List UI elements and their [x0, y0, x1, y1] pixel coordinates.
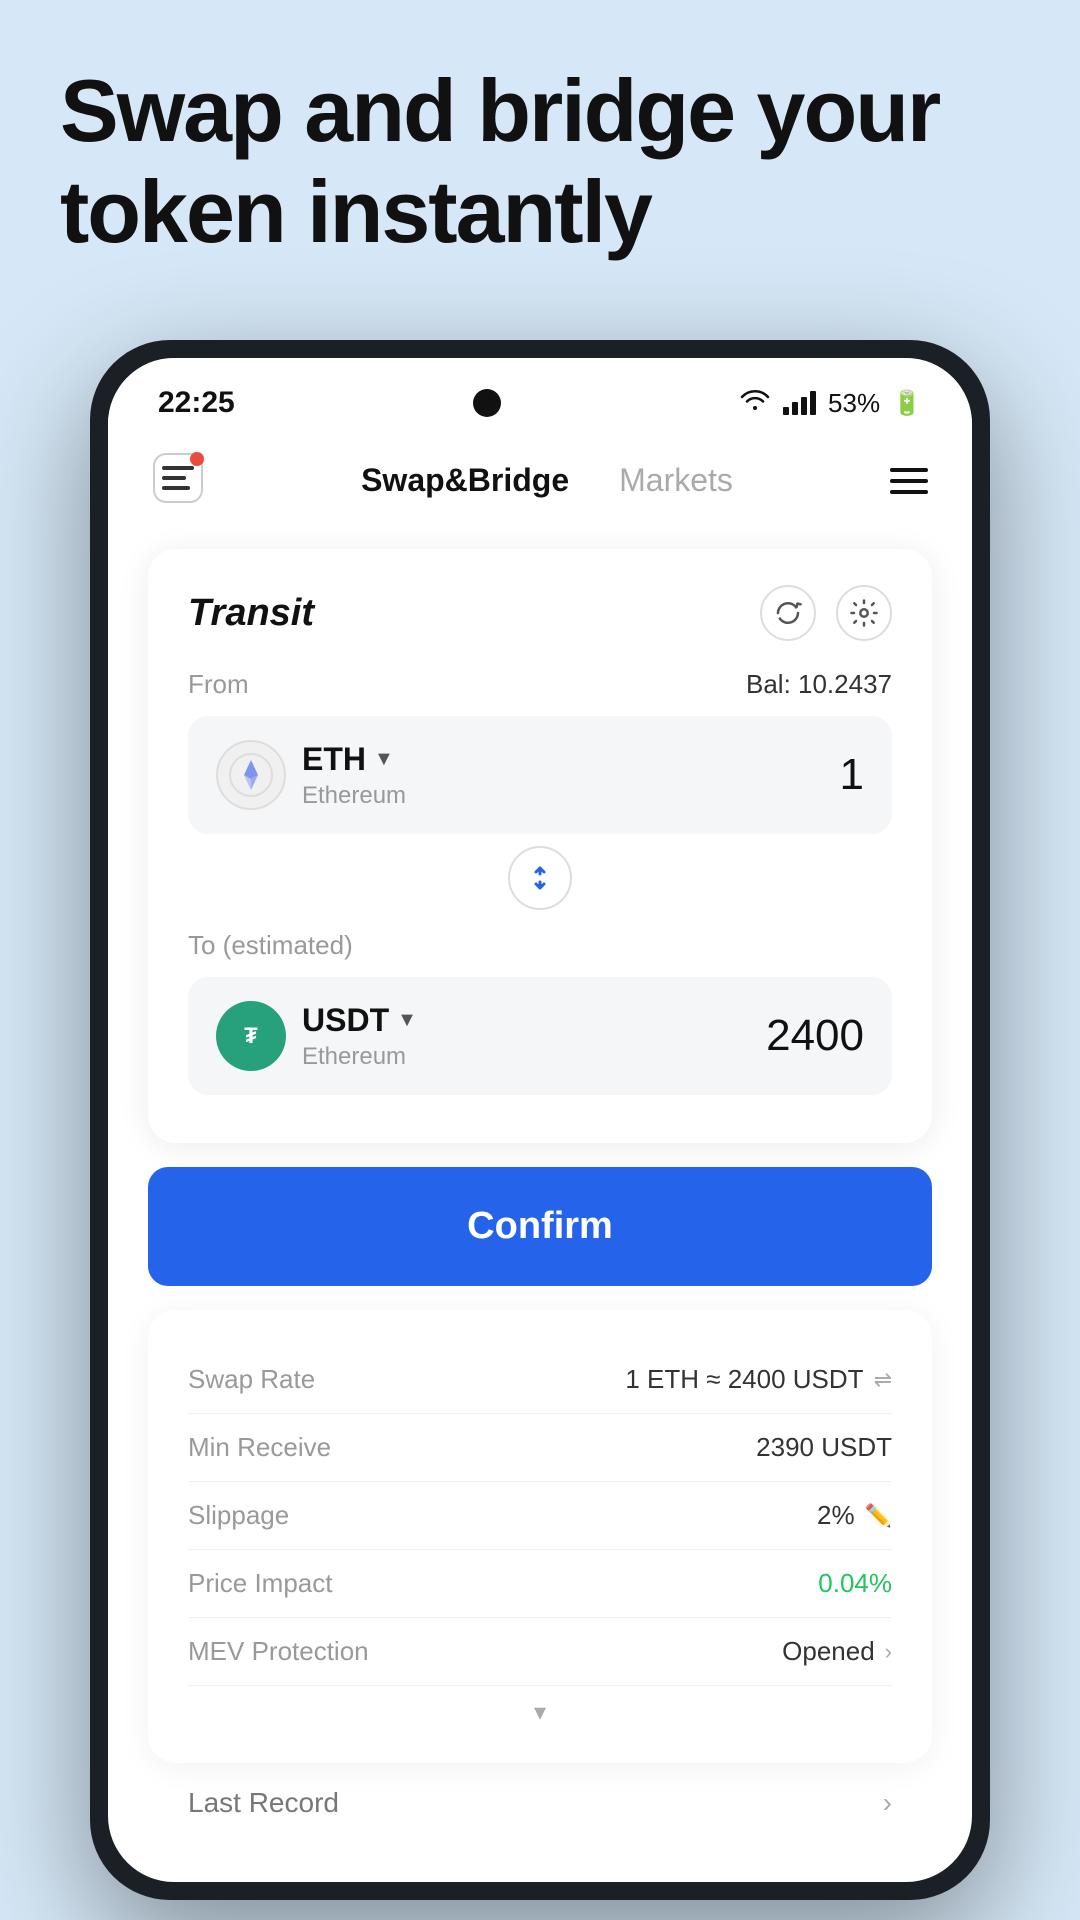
card-header: Transit — [188, 585, 892, 641]
swap-rate-value: 1 ETH ≈ 2400 USDT ⇌ — [625, 1364, 892, 1395]
headline-text: Swap and bridge your token instantly — [60, 60, 1020, 262]
price-impact-row: Price Impact 0.04% — [188, 1550, 892, 1618]
swap-direction-button[interactable] — [508, 846, 572, 910]
eth-token-info: ETH ▼ Ethereum — [302, 741, 406, 810]
battery-icon: 🔋 — [892, 389, 922, 418]
mev-protection-label: MEV Protection — [188, 1636, 369, 1667]
from-token-left: ETH ▼ Ethereum — [216, 740, 406, 810]
min-receive-label: Min Receive — [188, 1432, 331, 1463]
status-icons: 53% 🔋 — [739, 388, 922, 419]
usdt-name: USDT ▼ — [302, 1002, 417, 1039]
eth-icon — [216, 740, 286, 810]
card-actions — [760, 585, 892, 641]
status-time: 22:25 — [158, 386, 235, 420]
slippage-edit-icon: ✏️ — [865, 1503, 892, 1529]
min-receive-row: Min Receive 2390 USDT — [188, 1414, 892, 1482]
svg-text:₮: ₮ — [244, 1023, 258, 1048]
headline-container: Swap and bridge your token instantly — [60, 60, 1020, 262]
balance-label: Bal: 10.2437 — [746, 669, 892, 700]
camera-notch — [473, 389, 501, 417]
tab-markets[interactable]: Markets — [619, 462, 733, 499]
price-impact-value: 0.04% — [818, 1568, 892, 1599]
settings-icon — [849, 598, 879, 628]
nav-logo-wrapper[interactable] — [152, 452, 204, 509]
refresh-icon — [773, 598, 803, 628]
to-token-row[interactable]: ₮ USDT ▼ Ethereum 2400 — [188, 977, 892, 1095]
battery-text: 53% — [828, 388, 880, 419]
to-label-row: To (estimated) — [188, 930, 892, 961]
swap-rate-icon: ⇌ — [874, 1367, 892, 1393]
tab-swap-bridge[interactable]: Swap&Bridge — [361, 462, 569, 499]
swap-arrows-icon — [522, 860, 558, 896]
usdt-icon: ₮ — [216, 1001, 286, 1071]
to-amount[interactable]: 2400 — [766, 1011, 864, 1061]
phone-frame: 22:25 53% 🔋 — [90, 340, 990, 1900]
mev-chevron-icon: › — [885, 1639, 892, 1665]
last-record-bar: Last Record › — [148, 1763, 932, 1819]
notification-dot — [190, 452, 204, 466]
slippage-label: Slippage — [188, 1500, 289, 1531]
from-label-row: From Bal: 10.2437 — [188, 669, 892, 700]
collapse-arrow[interactable]: ▾ — [188, 1686, 892, 1727]
swap-rate-row: Swap Rate 1 ETH ≈ 2400 USDT ⇌ — [188, 1346, 892, 1414]
last-record-label: Last Record — [188, 1787, 339, 1819]
last-record-more-icon[interactable]: › — [883, 1787, 892, 1819]
to-label: To (estimated) — [188, 930, 353, 961]
to-token-left: ₮ USDT ▼ Ethereum — [216, 1001, 417, 1071]
card-title: Transit — [188, 592, 314, 635]
confirm-button[interactable]: Confirm — [148, 1167, 932, 1286]
swap-divider — [188, 846, 892, 910]
usdt-token-info: USDT ▼ Ethereum — [302, 1002, 417, 1071]
refresh-button[interactable] — [760, 585, 816, 641]
mev-protection-row[interactable]: MEV Protection Opened › — [188, 1618, 892, 1686]
main-content: Transit — [108, 529, 972, 1839]
usdt-network: Ethereum — [302, 1043, 417, 1071]
nav-bar: Swap&Bridge Markets — [108, 436, 972, 529]
eth-name: ETH ▼ — [302, 741, 406, 778]
from-amount[interactable]: 1 — [840, 750, 864, 800]
slippage-row: Slippage 2% ✏️ — [188, 1482, 892, 1550]
eth-network: Ethereum — [302, 782, 406, 810]
wifi-icon — [739, 388, 771, 419]
from-label: From — [188, 669, 249, 700]
min-receive-value: 2390 USDT — [756, 1432, 892, 1463]
nav-tabs: Swap&Bridge Markets — [361, 462, 733, 499]
slippage-value[interactable]: 2% ✏️ — [817, 1500, 892, 1531]
details-card: Swap Rate 1 ETH ≈ 2400 USDT ⇌ Min Receiv… — [148, 1310, 932, 1763]
price-impact-label: Price Impact — [188, 1568, 333, 1599]
swap-rate-label: Swap Rate — [188, 1364, 315, 1395]
signal-icon — [783, 391, 816, 415]
from-token-row[interactable]: ETH ▼ Ethereum 1 — [188, 716, 892, 834]
menu-button[interactable] — [890, 468, 928, 494]
status-bar: 22:25 53% 🔋 — [108, 358, 972, 436]
phone-screen: 22:25 53% 🔋 — [108, 358, 972, 1882]
mev-protection-value: Opened › — [782, 1636, 892, 1667]
swap-card: Transit — [148, 549, 932, 1143]
settings-button[interactable] — [836, 585, 892, 641]
